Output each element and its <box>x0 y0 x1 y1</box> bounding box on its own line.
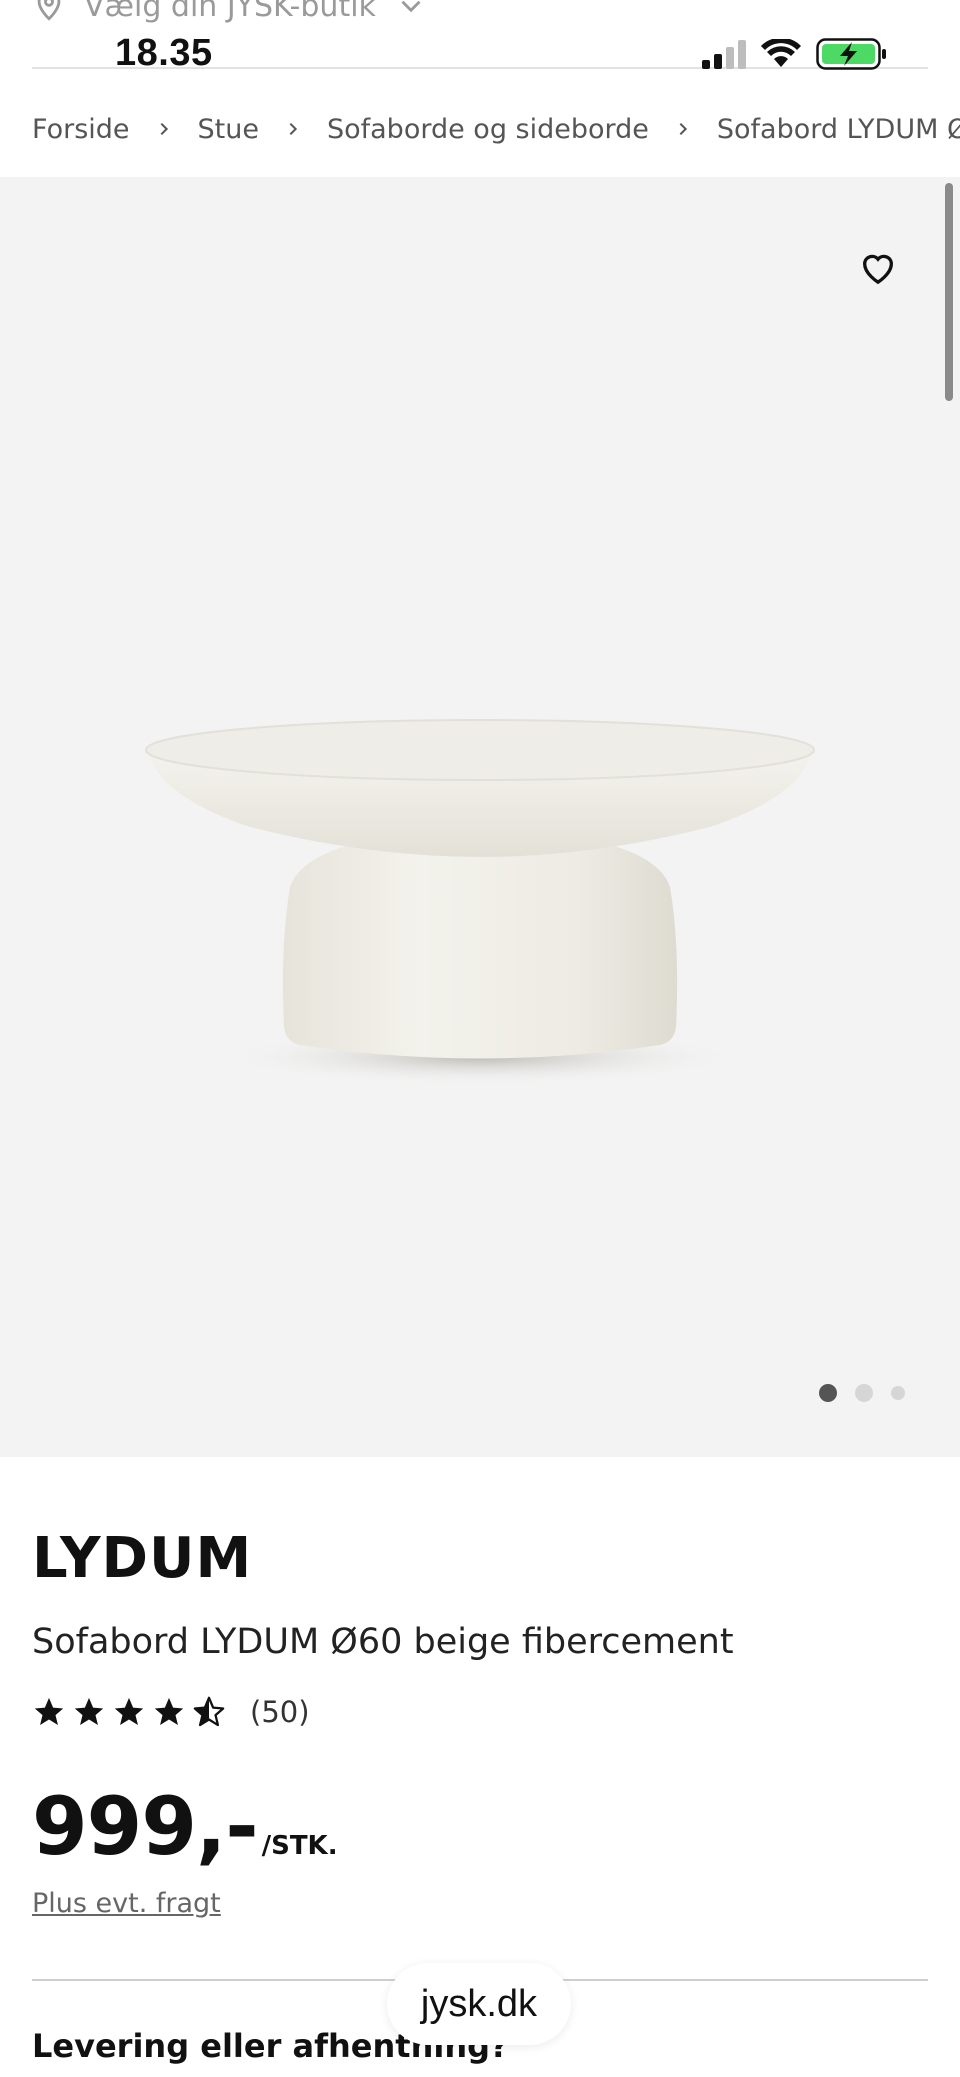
price-unit: /STK. <box>261 1831 338 1861</box>
gallery-pagination <box>819 1384 905 1402</box>
battery-charging-icon <box>816 38 886 70</box>
rating-count: (50) <box>250 1695 310 1729</box>
chevron-right-icon <box>156 121 172 137</box>
price-row: 999,- /STK. <box>32 1780 338 1873</box>
breadcrumb-item-stue[interactable]: Stue <box>198 114 259 145</box>
favorite-button[interactable] <box>854 244 902 292</box>
product-name: Sofabord LYDUM Ø60 beige fibercement <box>32 1622 734 1662</box>
store-selector-label: Vælg din JYSK-butik <box>84 0 376 24</box>
gallery-dot[interactable] <box>819 1384 837 1402</box>
status-icons <box>702 38 888 70</box>
breadcrumb: Forside Stue Sofaborde og sideborde Sofa… <box>32 108 960 150</box>
store-selector[interactable]: Vælg din JYSK-butik <box>32 0 428 26</box>
status-time: 18.35 <box>115 32 213 74</box>
star-filled-icon <box>114 1697 144 1726</box>
scrollbar[interactable] <box>945 183 953 401</box>
chevron-right-icon <box>675 121 691 137</box>
chevron-down-icon <box>401 0 421 13</box>
product-image <box>145 719 815 1085</box>
breadcrumb-item-forside[interactable]: Forside <box>32 114 130 145</box>
star-filled-icon <box>154 1697 184 1726</box>
star-filled-icon <box>74 1697 104 1726</box>
product-gallery[interactable] <box>0 177 960 1457</box>
cellular-signal-icon <box>702 39 746 69</box>
browser-url-pill[interactable]: jysk.dk <box>387 1963 571 2045</box>
heart-outline-icon <box>862 254 894 285</box>
wifi-icon <box>761 39 801 67</box>
gallery-dot[interactable] <box>891 1386 905 1400</box>
location-pin-icon <box>37 0 61 21</box>
gallery-dot[interactable] <box>855 1384 873 1402</box>
product-brand: LYDUM <box>32 1526 253 1591</box>
chevron-right-icon <box>285 121 301 137</box>
breadcrumb-item-sofaborde[interactable]: Sofaborde og sideborde <box>327 114 649 145</box>
product-rating[interactable]: (50) <box>32 1695 310 1729</box>
shipping-info-link[interactable]: Plus evt. fragt <box>32 1888 221 1919</box>
product-price: 999,- <box>32 1780 259 1873</box>
breadcrumb-item-current: Sofabord LYDUM Ø60 beige fibercement <box>716 113 960 145</box>
star-half-icon <box>193 1696 225 1727</box>
star-filled-icon <box>34 1697 64 1726</box>
